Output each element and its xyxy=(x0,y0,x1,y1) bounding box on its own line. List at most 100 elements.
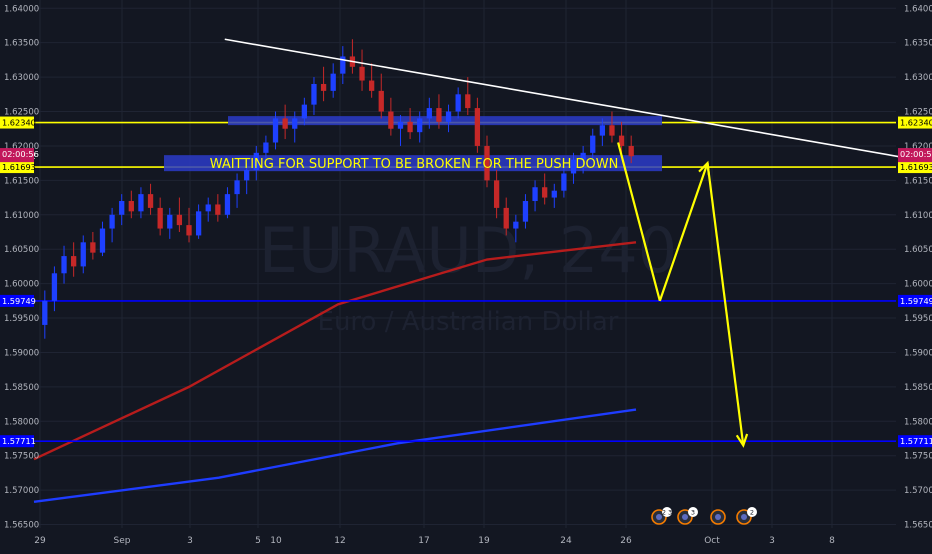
candle-body xyxy=(119,201,125,215)
candle-body xyxy=(301,104,307,119)
candle-body xyxy=(71,256,77,267)
candle-body xyxy=(263,142,269,153)
x-tick-label: Oct xyxy=(704,536,720,546)
candle-body xyxy=(369,80,375,91)
y-tick-label-left: 1.61000 xyxy=(4,211,39,221)
y-tick-label-left: 1.60000 xyxy=(4,280,39,290)
price-tag-label-left: 1.62340 xyxy=(2,118,36,128)
candle-body xyxy=(378,90,384,112)
y-tick-label-left: 1.59000 xyxy=(4,348,39,358)
candle-body xyxy=(234,180,240,195)
candle-body xyxy=(330,73,336,91)
candle-body xyxy=(292,118,298,129)
watermark-symbol: EURAUD, 240 xyxy=(259,214,677,287)
event-icon-2-badge-count: 3 xyxy=(691,509,695,517)
event-icon-3-dot xyxy=(715,514,721,520)
candle-body xyxy=(138,194,144,212)
candle-body xyxy=(99,228,106,253)
y-tick-label-left: 1.61500 xyxy=(4,176,39,186)
y-tick-label-right: 1.59000 xyxy=(904,348,932,358)
y-tick-label-left: 1.58500 xyxy=(4,383,39,393)
price-tag-label-left: 1.57711 xyxy=(2,436,36,446)
candle-body xyxy=(388,111,394,129)
y-tick-label-right: 1.58000 xyxy=(904,417,932,427)
candle-body xyxy=(397,121,404,129)
y-tick-label-left: 1.59500 xyxy=(4,314,39,324)
watermark: EURAUD, 240 Euro / Australian Dollar xyxy=(259,214,677,337)
x-tick-label: 12 xyxy=(334,536,345,546)
candle-body xyxy=(51,273,58,301)
candle-body xyxy=(224,194,231,215)
candle-body xyxy=(590,135,596,153)
candle-body xyxy=(109,214,115,229)
price-tag-label-left: 1.61693 xyxy=(2,162,36,172)
annotation-text: WAITTING FOR SUPPORT TO BE BROKEN FOR TH… xyxy=(210,157,619,172)
candle-body xyxy=(426,108,432,119)
candle-body xyxy=(493,180,500,208)
x-tick-label: 29 xyxy=(34,536,46,546)
annotation-layer: WAITTING FOR SUPPORT TO BE BROKEN FOR TH… xyxy=(210,157,619,172)
y-tick-label-left: 1.58000 xyxy=(4,417,39,427)
candle-body xyxy=(628,145,634,157)
candle-body xyxy=(503,207,509,229)
chart[interactable]: EURAUD, 240 Euro / Australian Dollar WAIT… xyxy=(0,0,932,550)
y-tick-label-right: 1.61500 xyxy=(904,176,932,186)
candle-body xyxy=(205,204,211,212)
y-tick-label-right: 1.58500 xyxy=(904,383,932,393)
event-icon-4-badge-count: 2 xyxy=(750,509,754,517)
candle-body xyxy=(417,118,423,133)
y-tick-label-left: 1.60500 xyxy=(4,245,39,255)
candle-body xyxy=(272,118,279,143)
candle-body xyxy=(157,207,163,229)
candle-body xyxy=(176,214,183,226)
candle-body xyxy=(474,108,481,146)
y-tick-label-right: 1.57000 xyxy=(904,486,932,496)
x-tick-label: 24 xyxy=(560,536,572,546)
candle-body xyxy=(359,66,365,81)
x-tick-label: Sep xyxy=(114,536,131,546)
candle-body xyxy=(42,300,48,325)
price-tag-label-right: 1.57711 xyxy=(900,436,932,446)
x-tick-label: 3 xyxy=(187,536,193,546)
candle-body xyxy=(532,187,538,202)
x-tick-label: 17 xyxy=(418,536,429,546)
y-tick-label-right: 1.57500 xyxy=(904,452,932,462)
y-tick-label-right: 1.60000 xyxy=(904,280,932,290)
candle-body xyxy=(215,204,221,215)
candle-body xyxy=(445,111,452,122)
y-tick-label-left: 1.56500 xyxy=(4,521,39,531)
y-tick-label-left: 1.64000 xyxy=(4,4,39,14)
y-tick-label-left: 1.63500 xyxy=(4,39,39,49)
y-tick-label-right: 1.60500 xyxy=(904,245,932,255)
y-tick-label-left: 1.57500 xyxy=(4,452,39,462)
candle-body xyxy=(599,125,605,136)
y-tick-label-left: 1.57000 xyxy=(4,486,39,496)
candle-body xyxy=(195,211,202,236)
y-tick-label-right: 1.62500 xyxy=(904,108,932,118)
candle-body xyxy=(167,214,173,229)
y-tick-label-right: 1.56500 xyxy=(904,521,932,531)
x-tick-label: 8 xyxy=(829,536,835,546)
x-tick-label: 3 xyxy=(769,536,775,546)
candle-body xyxy=(542,187,548,198)
price-tag-label-right: 1.61693 xyxy=(900,162,932,172)
price-tag-label-left: 1.59749 xyxy=(2,296,36,306)
x-tick-label: 5 xyxy=(255,536,261,546)
candle-body xyxy=(61,256,67,274)
candle-body xyxy=(455,94,461,112)
candle-body xyxy=(551,190,557,198)
price-tag-label-right: 1.62340 xyxy=(900,118,932,128)
chart-canvas[interactable]: EURAUD, 240 Euro / Australian Dollar WAIT… xyxy=(0,0,932,550)
y-tick-label-left: 1.62500 xyxy=(4,108,39,118)
y-tick-label-right: 1.63000 xyxy=(904,73,932,83)
candle-body xyxy=(465,94,471,109)
candle-body xyxy=(147,194,154,208)
candle-body xyxy=(609,125,615,136)
y-tick-label-right: 1.64000 xyxy=(904,4,932,14)
candle-body xyxy=(513,221,519,229)
y-tick-label-right: 1.59500 xyxy=(904,314,932,324)
candle-body xyxy=(561,173,567,191)
x-tick-label: 10 xyxy=(270,536,282,546)
x-tick-label: 26 xyxy=(620,536,632,546)
candle-body xyxy=(320,83,327,91)
